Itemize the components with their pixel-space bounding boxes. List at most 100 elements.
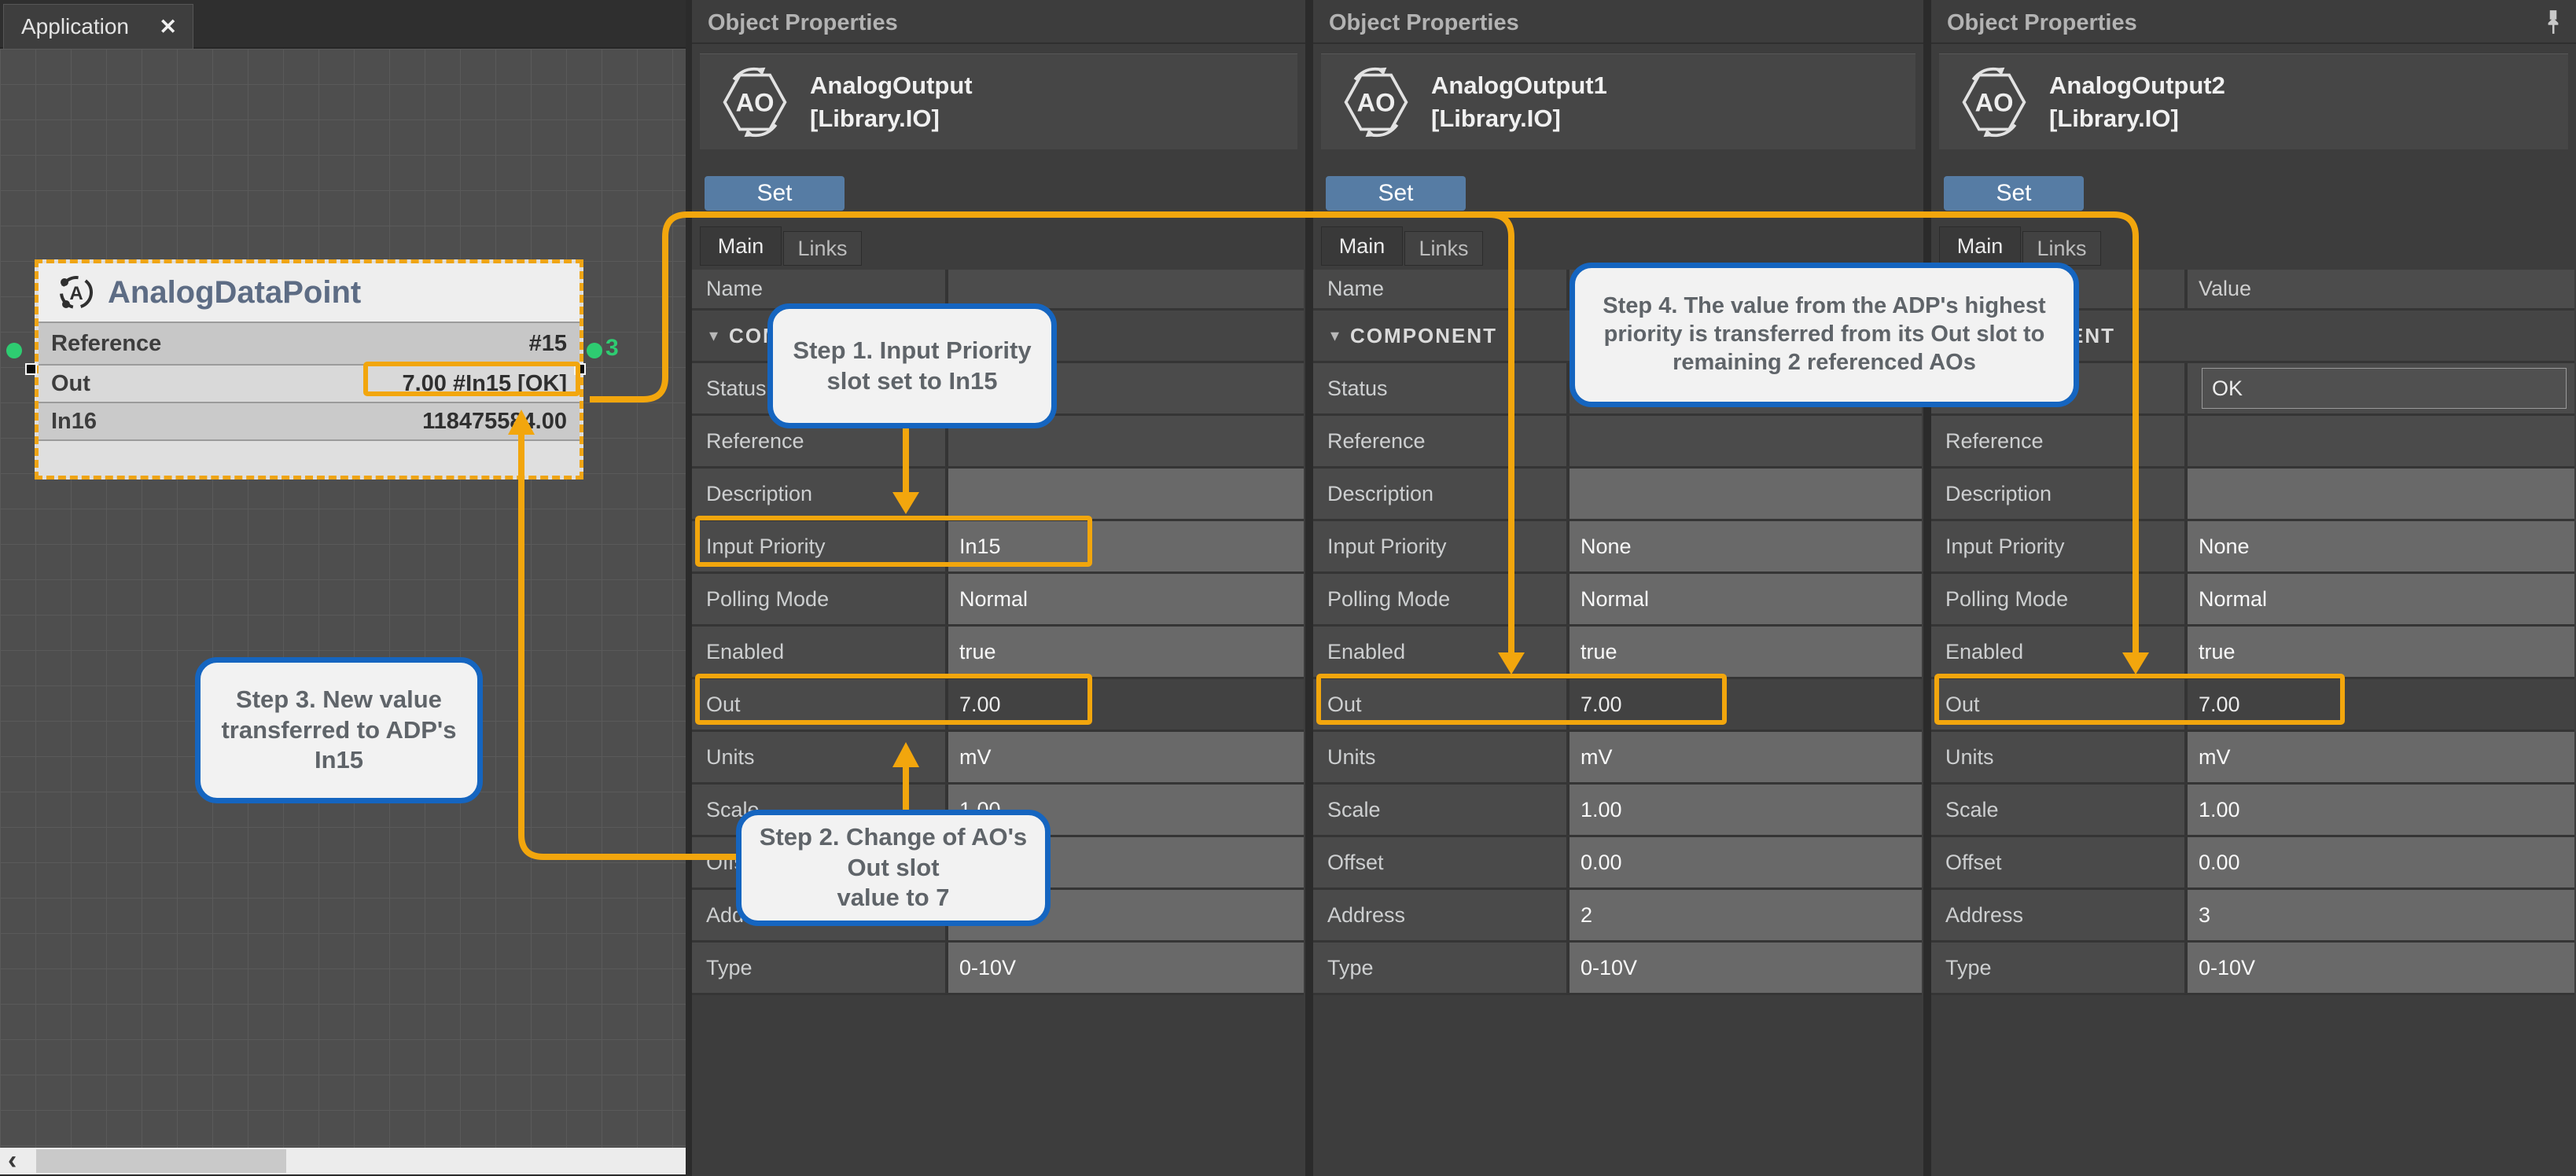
property-row-enabled[interactable]: Enabledtrue <box>1313 627 1922 679</box>
property-row-units[interactable]: UnitsmV <box>1313 732 1922 785</box>
property-value[interactable] <box>948 469 1304 519</box>
property-row-units[interactable]: UnitsmV <box>1931 732 2574 785</box>
property-value[interactable]: 1.00 <box>1570 785 1922 835</box>
property-value[interactable]: 1.00 <box>2188 785 2574 835</box>
property-value[interactable]: OK <box>2188 363 2574 413</box>
property-row-polling-mode[interactable]: Polling ModeNormal <box>692 574 1304 627</box>
property-value[interactable]: 3 <box>2188 890 2574 940</box>
property-label: Description <box>1313 469 1570 519</box>
property-row-scale[interactable]: Scale1.00 <box>1313 785 1922 837</box>
analog-datapoint-title: AnalogDataPoint <box>97 275 361 311</box>
grid-header-name: Name <box>692 270 948 308</box>
property-value[interactable]: Normal <box>948 574 1304 624</box>
wiresheet-canvas[interactable] <box>0 49 686 1148</box>
property-value[interactable]: Normal <box>2188 574 2574 624</box>
tab-links[interactable]: Links <box>783 231 862 266</box>
property-row-input-priority[interactable]: Input PriorityNone <box>1931 521 2574 574</box>
slot-label: In16 <box>39 409 97 435</box>
property-value[interactable]: 2 <box>1570 890 1922 940</box>
set-button[interactable]: Set <box>705 176 845 211</box>
tab-main[interactable]: Main <box>1321 226 1403 266</box>
property-row-description[interactable]: Description <box>692 469 1304 521</box>
property-row-reference[interactable]: Reference <box>1931 416 2574 469</box>
property-label: Polling Mode <box>1931 574 2188 624</box>
tab-main[interactable]: Main <box>700 226 782 266</box>
property-value[interactable]: 0.00 <box>1570 837 1922 888</box>
property-row-description[interactable]: Description <box>1931 469 2574 521</box>
property-label: Units <box>1931 732 2188 782</box>
property-row-type[interactable]: Type0-10V <box>692 943 1304 995</box>
property-label: Enabled <box>1313 627 1570 677</box>
object-info-box: AO AnalogOutput [Library.IO] <box>700 53 1297 149</box>
property-label: Units <box>692 732 948 782</box>
ao-hexagon-icon: AO <box>719 66 791 138</box>
object-properties-panel-analog-output-2: Object Properties AO AnalogOutput2 [Libr… <box>1931 0 2576 1176</box>
property-value[interactable]: true <box>2188 627 2574 677</box>
property-row-scale[interactable]: Scale1.00 <box>1931 785 2574 837</box>
property-value[interactable]: mV <box>948 732 1304 782</box>
property-row-polling-mode[interactable]: Polling ModeNormal <box>1931 574 2574 627</box>
object-properties-panel-analog-output: Object Properties AO AnalogOutput [Libra… <box>692 0 1305 1176</box>
horizontal-scrollbar[interactable]: ‹ <box>0 1148 686 1174</box>
property-value[interactable] <box>2188 416 2574 466</box>
annotation-highlight-out-3 <box>1934 674 2345 725</box>
link-port-left-icon[interactable] <box>6 343 22 358</box>
pin-icon[interactable] <box>2543 9 2563 35</box>
property-value[interactable]: 0-10V <box>948 943 1304 993</box>
property-row-offset[interactable]: Offset0.00 <box>1931 837 2574 890</box>
grid-header-name: Name <box>1313 270 1570 308</box>
scroll-left-icon[interactable]: ‹ <box>8 1145 17 1176</box>
property-label: Polling Mode <box>692 574 948 624</box>
property-value[interactable]: mV <box>2188 732 2574 782</box>
slot-row-reference[interactable]: Reference #15 <box>39 323 580 366</box>
slot-row-in16[interactable]: In16 118475584.00 <box>39 403 580 439</box>
collapse-triangle-icon[interactable]: ▾ <box>692 325 729 346</box>
property-row-enabled[interactable]: Enabledtrue <box>1931 627 2574 679</box>
link-port-right-icon[interactable] <box>587 343 602 358</box>
set-button[interactable]: Set <box>1944 176 2084 211</box>
scrollbar-thumb[interactable] <box>36 1149 286 1173</box>
property-value[interactable]: true <box>1570 627 1922 677</box>
property-row-address[interactable]: Address2 <box>1313 890 1922 943</box>
property-value[interactable]: 0-10V <box>1570 943 1922 993</box>
svg-text:AO: AO <box>1975 89 2014 117</box>
property-row-units[interactable]: UnitsmV <box>692 732 1304 785</box>
close-icon[interactable]: ✕ <box>159 15 193 39</box>
property-value[interactable] <box>1570 469 1922 519</box>
property-value[interactable]: 0-10V <box>2188 943 2574 993</box>
property-label: Description <box>1931 469 2188 519</box>
resize-handle-left[interactable] <box>25 363 37 375</box>
object-name: AnalogOutput1 <box>1431 72 1607 100</box>
property-row-type[interactable]: Type0-10V <box>1313 943 1922 995</box>
value-field[interactable]: OK <box>2202 368 2567 409</box>
property-value[interactable]: mV <box>1570 732 1922 782</box>
application-window: Application ✕ ‹ A AnalogDataPoint Refere… <box>0 0 2576 1176</box>
step1-callout: Step 1. Input Priority slot set to In15 <box>767 303 1057 428</box>
property-row-reference[interactable]: Reference <box>1313 416 1922 469</box>
property-row-description[interactable]: Description <box>1313 469 1922 521</box>
property-value[interactable]: true <box>948 627 1304 677</box>
property-value[interactable]: 0.00 <box>2188 837 2574 888</box>
property-value[interactable] <box>1570 416 1922 466</box>
tab-application[interactable]: Application ✕ <box>3 4 193 49</box>
tab-links[interactable]: Links <box>1404 231 1483 266</box>
tab-links[interactable]: Links <box>2022 231 2101 266</box>
property-row-offset[interactable]: Offset0.00 <box>1313 837 1922 890</box>
property-row-polling-mode[interactable]: Polling ModeNormal <box>1313 574 1922 627</box>
slot-value: #15 <box>529 331 580 357</box>
tab-main[interactable]: Main <box>1939 226 2021 266</box>
property-value[interactable] <box>2188 469 2574 519</box>
property-label: Type <box>1313 943 1570 993</box>
property-row-type[interactable]: Type0-10V <box>1931 943 2574 995</box>
property-row-input-priority[interactable]: Input PriorityNone <box>1313 521 1922 574</box>
panel-title: Object Properties <box>1931 0 2576 44</box>
property-label: Polling Mode <box>1313 574 1570 624</box>
property-value[interactable]: None <box>2188 521 2574 571</box>
set-button[interactable]: Set <box>1326 176 1466 211</box>
property-row-address[interactable]: Address3 <box>1931 890 2574 943</box>
property-row-enabled[interactable]: Enabledtrue <box>692 627 1304 679</box>
property-value[interactable]: None <box>1570 521 1922 571</box>
property-value[interactable]: Normal <box>1570 574 1922 624</box>
panel-title: Object Properties <box>692 0 1305 44</box>
collapse-triangle-icon[interactable]: ▾ <box>1313 325 1350 346</box>
